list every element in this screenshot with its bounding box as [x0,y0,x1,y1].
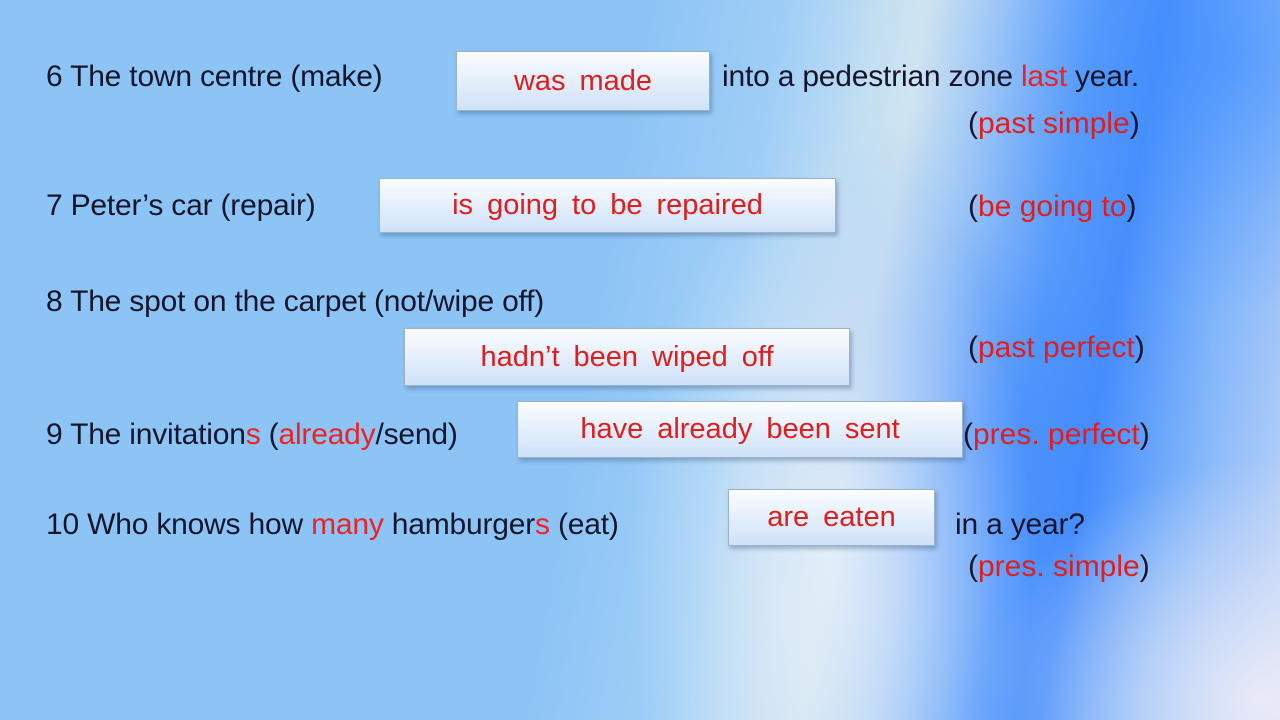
answer-word: going [487,189,559,221]
exercise-6-prompt-tail: into a pedestrian zone last year. [722,60,1139,94]
exercise-10-prompt-part3: (eat) [549,508,619,541]
tense-close-paren: ) [1134,331,1145,364]
answer-word: already [657,413,753,445]
exercise-7-tense-tag: (be going to) [968,190,1136,224]
answer-word: have [580,413,644,445]
exercise-9-prompt-part3: /send) [375,418,458,451]
exercise-6-tense-tag: (past simple) [968,107,1140,141]
answer-word: made [579,64,653,97]
tense-close-paren: ) [1129,107,1140,140]
exercise-6-tail-highlight: last [1020,60,1067,93]
tense-open-paren: ( [963,418,973,451]
tense-close-paren: ) [1126,190,1137,223]
exercise-10-prompt: 10 Who knows how many hamburgers (eat) [46,508,619,542]
slide-canvas: 6 The town centre (make) was made into a… [0,0,1280,720]
answer-word: is [452,189,474,221]
answer-word: eaten [823,501,896,533]
answer-word: are [767,501,810,533]
exercise-7-prompt-text: 7 Peter’s car (repair) [46,189,316,222]
tense-open-paren: ( [968,331,978,364]
answer-word: repaired [656,189,763,221]
exercise-9-prompt-part1: 9 The invitation [46,418,246,451]
exercise-6-prompt-text: 6 The town centre (make) [46,60,383,93]
answer-word: sent [844,413,900,445]
answer-word: to [572,189,597,221]
exercise-9-prompt-highlight-s: s [245,418,261,451]
exercise-10-prompt-part2: hamburger [383,508,536,541]
exercise-9-answer-box[interactable]: have already been sent [517,401,963,458]
exercise-7-answer-box[interactable]: is going to be repaired [379,178,836,233]
tense-label: pres. simple [978,550,1140,583]
exercise-7-prompt: 7 Peter’s car (repair) [46,189,316,223]
exercise-10-prompt-highlight-s: s [535,508,550,541]
exercise-10-answer-box[interactable]: are eaten [728,489,935,546]
tense-label: past perfect [978,331,1135,364]
tense-open-paren: ( [968,190,978,223]
tense-open-paren: ( [968,107,978,140]
answer-word: wiped [652,340,728,373]
exercise-8-prompt: 8 The spot on the carpet (not/wipe off) [46,285,544,319]
exercise-10-prompt-part1: 10 Who knows how [46,508,312,541]
exercise-10-prompt-tail: in a year? [955,508,1085,542]
exercise-8-tense-tag: (past perfect) [968,331,1145,365]
tense-close-paren: ) [1139,550,1150,583]
exercise-9-prompt-part2: ( [260,418,279,451]
answer-word: hadn’t [480,340,560,373]
tense-label: past simple [978,107,1130,140]
exercise-6-tail-end: year. [1066,60,1140,93]
tense-label: pres. perfect [973,418,1140,451]
answer-word: been [573,340,639,373]
exercise-9-tense-tag: (pres. perfect) [963,418,1150,452]
exercise-10-prompt-highlight-many: many [311,508,384,541]
exercise-10-tail-text: in a year? [955,508,1085,541]
tense-open-paren: ( [968,550,978,583]
exercise-8-answer-box[interactable]: hadn’t been wiped off [404,328,850,386]
exercise-8-prompt-text: 8 The spot on the carpet (not/wipe off) [46,285,545,318]
answer-word: be [610,189,643,221]
exercise-6-tail-plain: into a pedestrian zone [722,60,1021,93]
tense-close-paren: ) [1139,418,1150,451]
answer-word: been [766,413,831,445]
exercise-9-prompt-highlight-already: already [278,418,376,451]
exercise-6-prompt: 6 The town centre (make) [46,60,383,94]
tense-label: be going to [978,190,1127,223]
exercise-6-answer-box[interactable]: was made [456,51,710,111]
answer-word: was [513,64,566,97]
answer-word: off [741,340,774,373]
exercise-9-prompt: 9 The invitations (already/send) [46,418,458,452]
exercise-10-tense-tag: (pres. simple) [968,550,1150,584]
